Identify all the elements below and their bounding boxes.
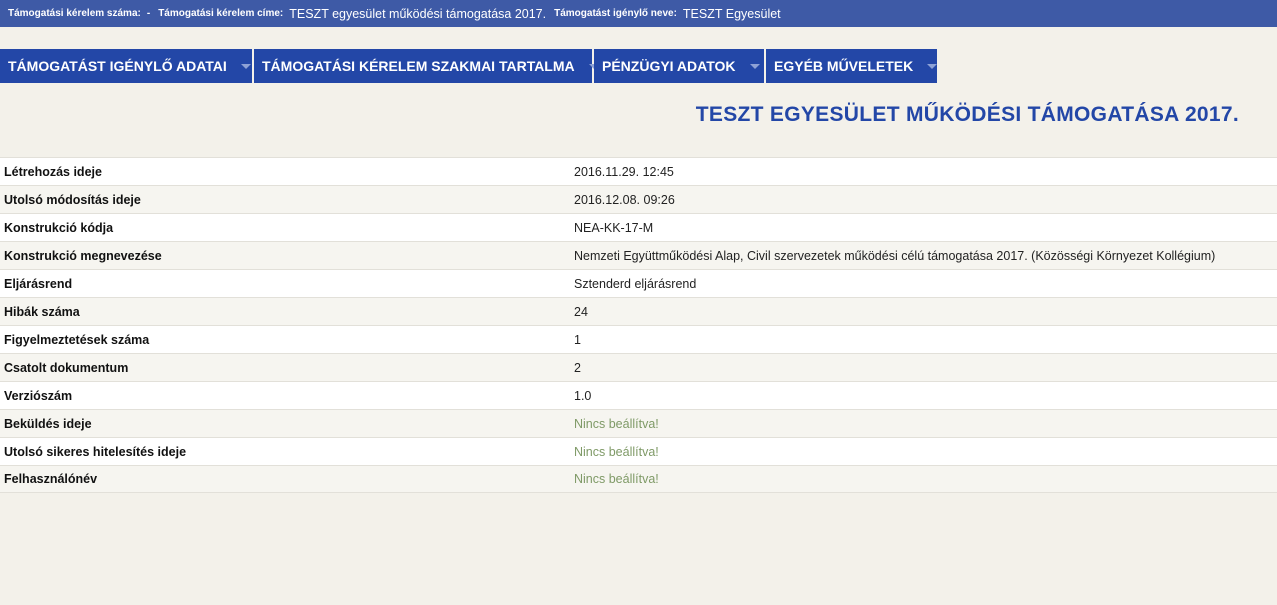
row-value: Nincs beállítva!	[574, 416, 659, 431]
request-number-label: Támogatási kérelem száma:	[8, 8, 141, 19]
row-value: 1.0	[574, 388, 592, 403]
row-key: Figyelmeztetések száma	[4, 332, 150, 347]
table-row: Hibák száma 24	[0, 297, 1277, 325]
table-row: Eljárásrend Sztenderd eljárásrend	[0, 269, 1277, 297]
table-row: Felhasználónév Nincs beállítva!	[0, 465, 1277, 493]
row-key: Konstrukció kódja	[4, 220, 114, 235]
row-key: Felhasználónév	[4, 472, 98, 486]
chevron-down-icon	[749, 63, 760, 69]
row-value: Nincs beállítva!	[574, 472, 659, 486]
row-value: Sztenderd eljárásrend	[574, 276, 697, 291]
row-value: Nincs beállítva!	[574, 444, 659, 459]
table-row: Konstrukció kódja NEA-KK-17-M	[0, 213, 1277, 241]
context-header-bar: Támogatási kérelem száma: - Támogatási k…	[0, 0, 1277, 27]
request-info-table: Létrehozás ideje 2016.11.29. 12:45 Utols…	[0, 157, 1277, 493]
row-value: 2016.12.08. 09:26	[574, 192, 675, 207]
row-key: Hibák száma	[4, 304, 80, 319]
row-value: 24	[574, 304, 588, 319]
table-row: Verziószám 1.0	[0, 381, 1277, 409]
request-title-label: Támogatási kérelem címe:	[158, 8, 284, 19]
row-value: 1	[574, 332, 581, 347]
row-value: NEA-KK-17-M	[574, 220, 654, 235]
table-row: Figyelmeztetések száma 1	[0, 325, 1277, 353]
row-value: Nemzeti Együttműködési Alap, Civil szerv…	[574, 248, 1216, 263]
row-key: Konstrukció megnevezése	[4, 248, 162, 263]
row-key: Létrehozás ideje	[4, 164, 102, 179]
row-value: 2	[574, 360, 581, 375]
table-row: Beküldés ideje Nincs beállítva!	[0, 409, 1277, 437]
chevron-down-icon	[927, 63, 938, 69]
row-key: Beküldés ideje	[4, 416, 92, 431]
table-row: Utolsó sikeres hitelesítés ideje Nincs b…	[0, 437, 1277, 465]
table-row: Csatolt dokumentum 2	[0, 353, 1277, 381]
menu-other-operations-label: EGYÉB MŰVELETEK	[774, 58, 914, 74]
page-title: TESZT EGYESÜLET MŰKÖDÉSI TÁMOGATÁSA 2017…	[695, 103, 1239, 126]
request-number-value: -	[146, 8, 151, 19]
menu-other-operations[interactable]: EGYÉB MŰVELETEK	[766, 49, 938, 83]
menu-request-content[interactable]: TÁMOGATÁSI KÉRELEM SZAKMAI TARTALMA	[254, 49, 599, 83]
applicant-label: Támogatást igénylő neve:	[554, 8, 677, 19]
table-row: Létrehozás ideje 2016.11.29. 12:45	[0, 157, 1277, 185]
main-menu: TÁMOGATÁST IGÉNYLŐ ADATAI TÁMOGATÁSI KÉR…	[0, 49, 939, 83]
request-title-value: TESZT egyesület működési támogatása 2017…	[289, 6, 547, 21]
table-row: Utolsó módosítás ideje 2016.12.08. 09:26	[0, 185, 1277, 213]
menu-request-content-label: TÁMOGATÁSI KÉRELEM SZAKMAI TARTALMA	[262, 58, 575, 74]
menu-financial-data[interactable]: PÉNZÜGYI ADATOK	[594, 49, 764, 83]
menu-financial-data-label: PÉNZÜGYI ADATOK	[602, 58, 736, 74]
row-key: Utolsó módosítás ideje	[4, 192, 141, 207]
row-key: Utolsó sikeres hitelesítés ideje	[4, 444, 187, 459]
table-row: Konstrukció megnevezése Nemzeti Együttmű…	[0, 241, 1277, 269]
applicant-value: TESZT Egyesület	[682, 6, 781, 21]
chevron-down-icon	[240, 63, 251, 69]
row-key: Verziószám	[4, 388, 73, 403]
row-value: 2016.11.29. 12:45	[574, 164, 674, 179]
row-key: Eljárásrend	[4, 276, 73, 291]
row-key: Csatolt dokumentum	[4, 360, 129, 375]
menu-applicant-data[interactable]: TÁMOGATÁST IGÉNYLŐ ADATAI	[0, 49, 252, 83]
menu-applicant-data-label: TÁMOGATÁST IGÉNYLŐ ADATAI	[8, 58, 227, 74]
